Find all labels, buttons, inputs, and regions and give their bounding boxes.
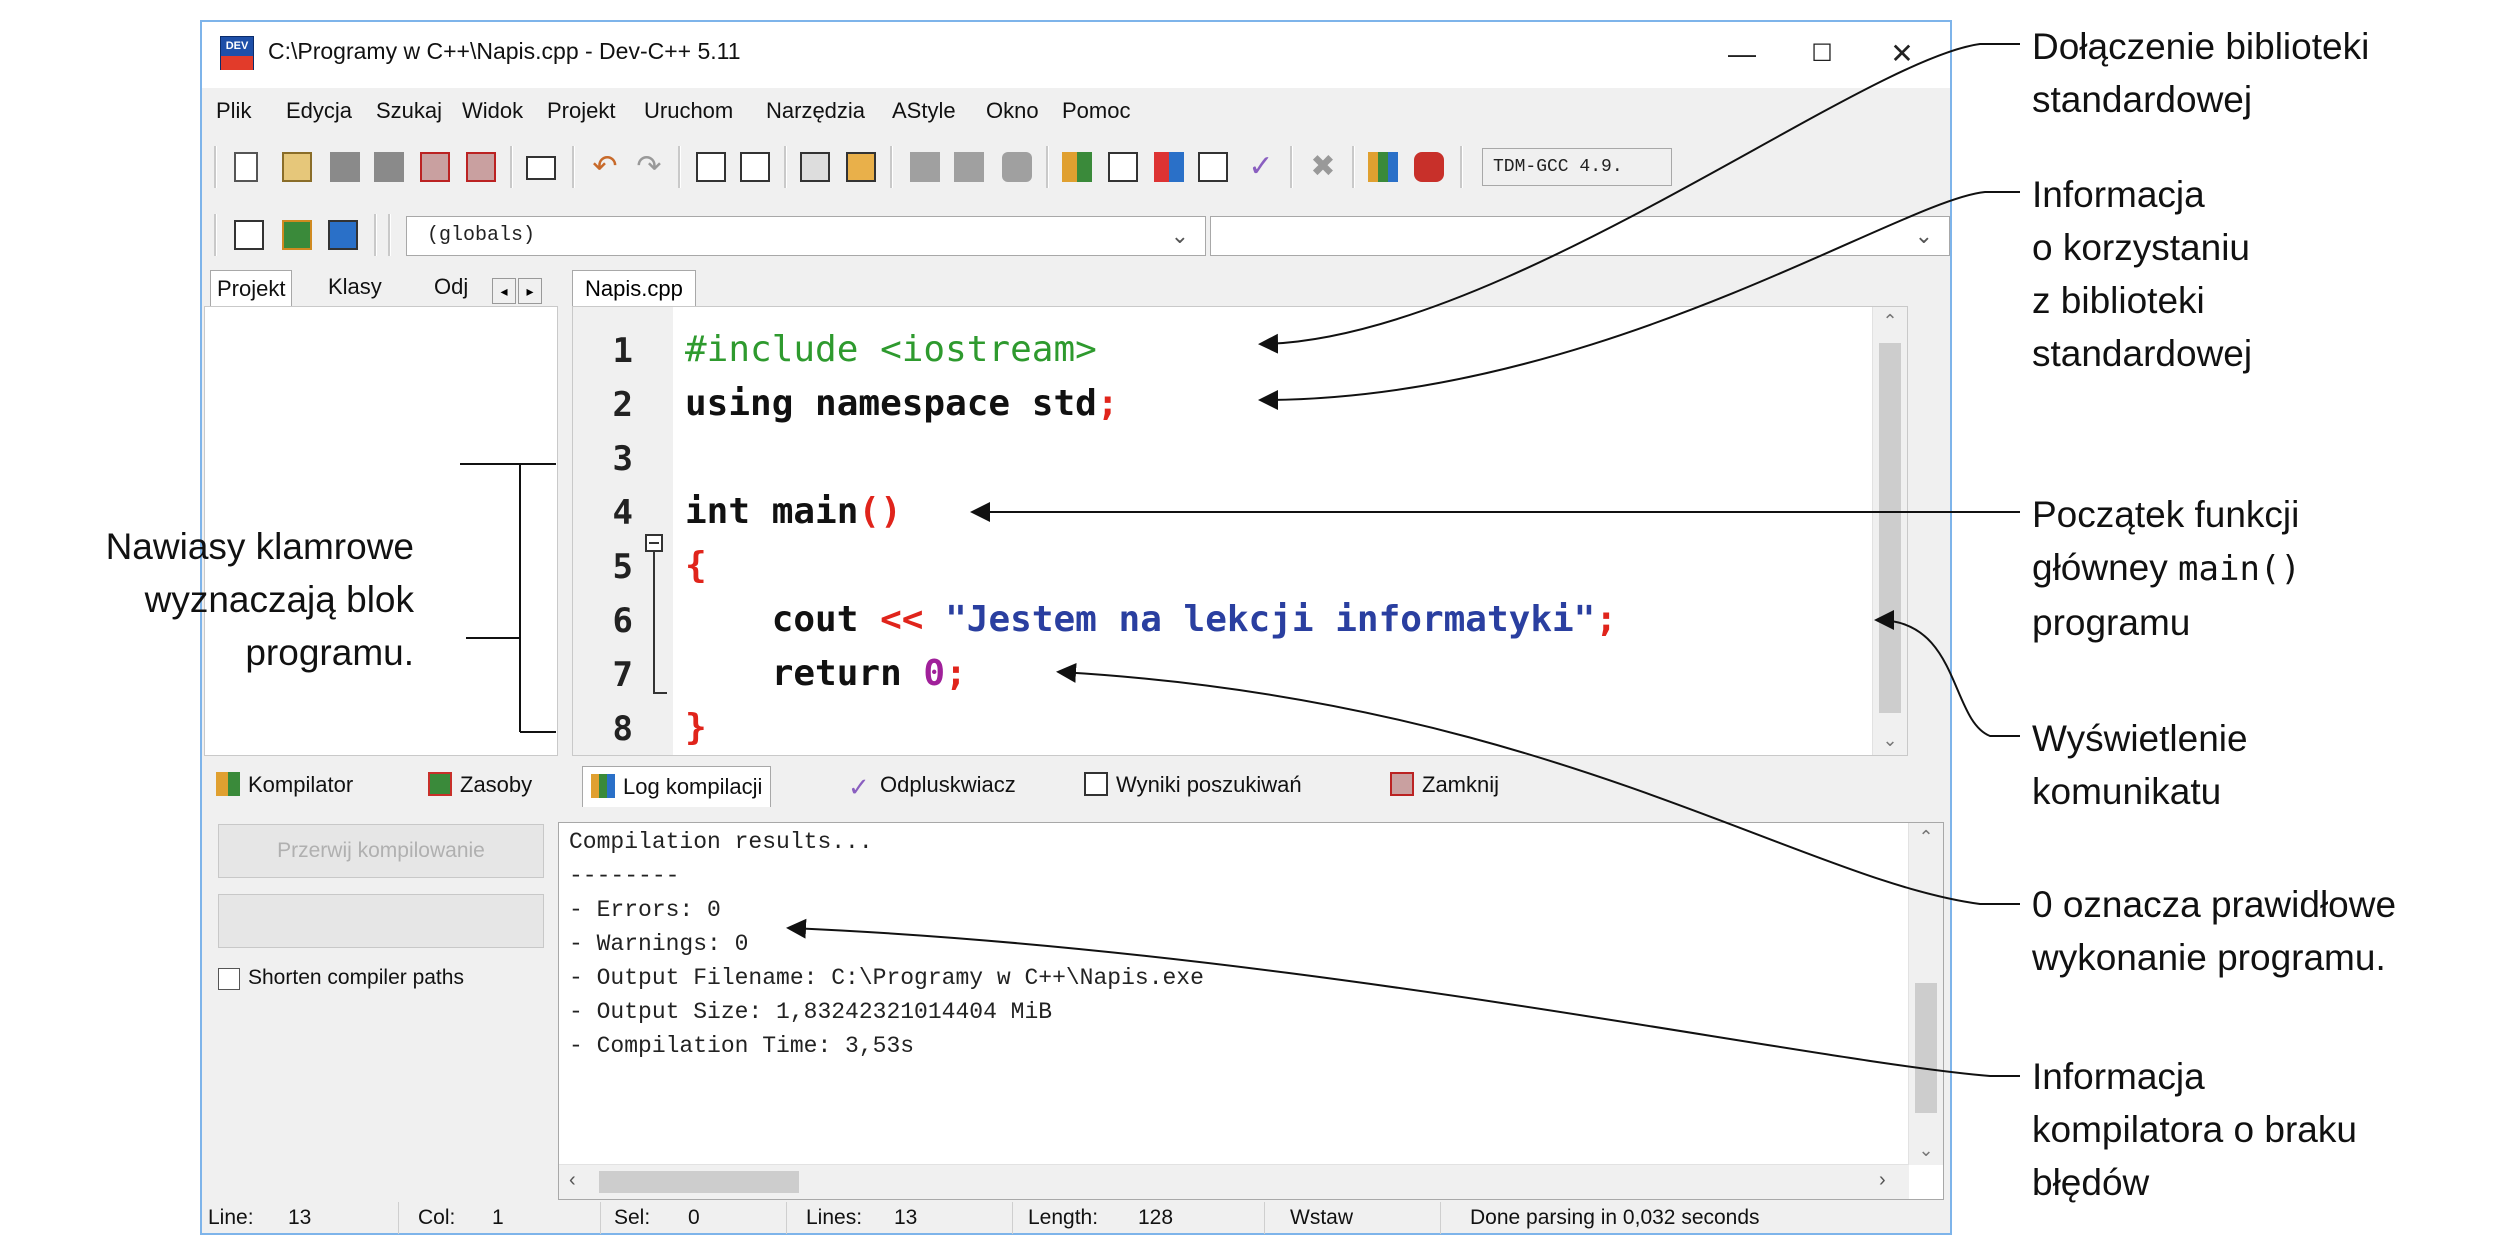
annotation-arrows: [460, 43, 2020, 1077]
